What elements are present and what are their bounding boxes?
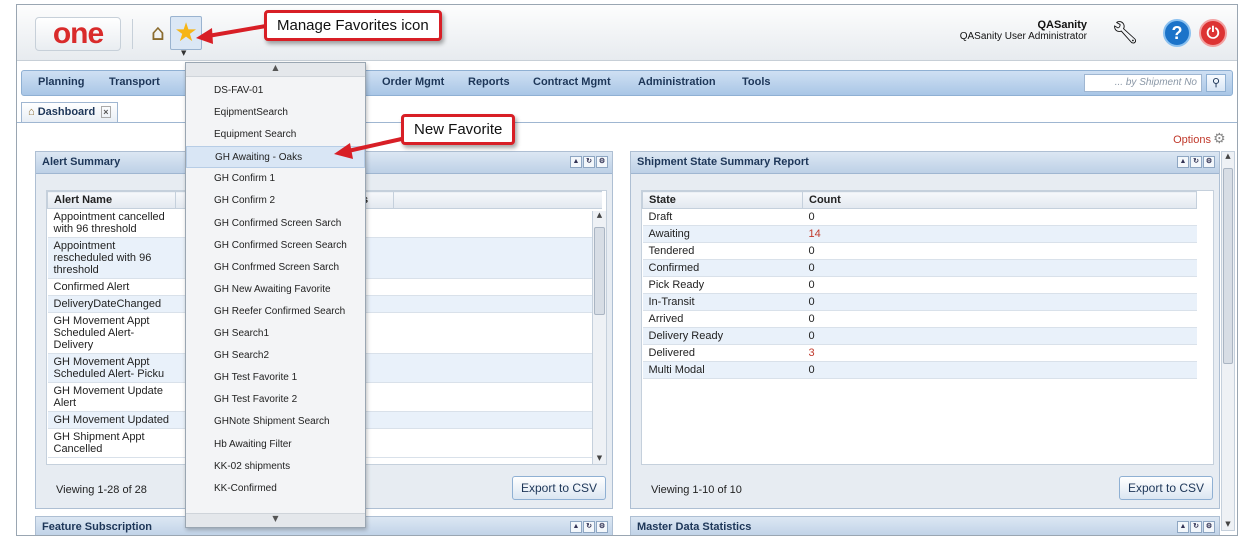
arrow-head — [196, 28, 213, 44]
manage-favorites-callout: Manage Favorites icon — [264, 10, 442, 41]
arrow-line — [347, 136, 407, 153]
new-favorite-callout: New Favorite — [401, 114, 516, 145]
arrow-head — [334, 143, 353, 159]
arrow-line — [207, 24, 267, 38]
annotation-arrows — [196, 24, 407, 159]
